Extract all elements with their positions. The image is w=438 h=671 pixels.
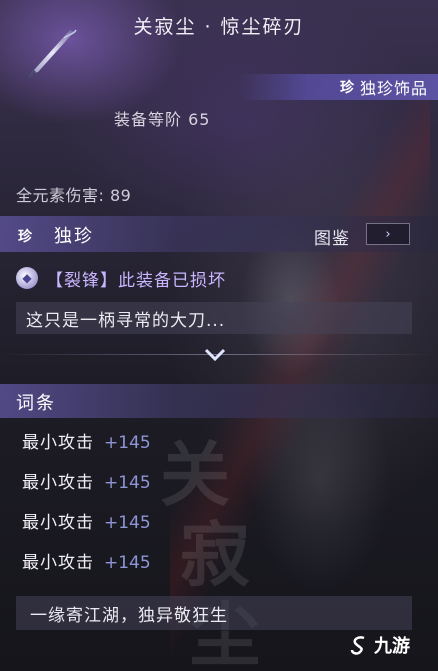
background-calligraphy: 关 bbox=[160, 433, 230, 516]
element-damage-stat: 全元素伤害: 89 bbox=[16, 186, 132, 205]
item-status-row: ◆ 【裂锋】此装备已损坏 bbox=[16, 264, 226, 292]
equipment-grade: 装备等阶 65 bbox=[114, 110, 211, 129]
stat-name: 最小攻击 bbox=[22, 513, 94, 533]
stat-row: 最小攻击 +145 bbox=[22, 508, 151, 534]
chevron-right-icon: › bbox=[385, 226, 391, 242]
item-tooltip-card: 关 寂 尘 关寂尘 · 惊尘碎刃 珍 独珍饰品 装备等阶 65 全元素伤害: 8… bbox=[0, 0, 438, 671]
item-title: 关寂尘 · 惊尘碎刃 bbox=[133, 16, 305, 38]
gem-icon: ◆ bbox=[16, 267, 38, 289]
stat-value: +145 bbox=[104, 433, 151, 453]
background-calligraphy: 寂 bbox=[180, 513, 250, 596]
site-watermark: 九游 bbox=[348, 630, 410, 660]
stat-row: 最小攻击 +145 bbox=[22, 468, 151, 494]
atlas-button[interactable]: › bbox=[366, 223, 410, 245]
affix-section-header: 词条 bbox=[0, 384, 438, 418]
rarity-section-header: 珍 独珍 图鉴 › bbox=[0, 216, 438, 252]
rarity-badge: 珍 bbox=[18, 229, 32, 245]
stat-value: +145 bbox=[104, 513, 151, 533]
stat-name: 最小攻击 bbox=[22, 473, 94, 493]
flavor-quote-box: 一缘寄江湖，独异敬狂生 bbox=[16, 596, 412, 630]
affix-section-title: 词条 bbox=[16, 393, 56, 414]
stat-name: 最小攻击 bbox=[22, 433, 94, 453]
atlas-label: 图鉴 bbox=[314, 229, 350, 249]
stat-row: 最小攻击 +145 bbox=[22, 428, 151, 454]
rarity-badge: 珍 bbox=[339, 80, 354, 96]
chevron-down-icon[interactable] bbox=[201, 344, 229, 366]
jiuyou-logo-icon bbox=[350, 636, 365, 655]
watermark-text: 九游 bbox=[374, 636, 410, 657]
rarity-section-title: 独珍 bbox=[54, 226, 94, 247]
rarity-tag: 珍 独珍饰品 bbox=[238, 74, 438, 100]
item-description: 这只是一柄寻常的大刀... bbox=[26, 310, 226, 331]
item-status-text: 【裂锋】此装备已损坏 bbox=[46, 270, 226, 291]
stat-name: 最小攻击 bbox=[22, 553, 94, 573]
flavor-quote: 一缘寄江湖，独异敬狂生 bbox=[30, 605, 228, 626]
stat-row: 最小攻击 +145 bbox=[22, 548, 151, 574]
rarity-label: 独珍饰品 bbox=[359, 79, 428, 98]
stat-value: +145 bbox=[104, 553, 151, 573]
stat-value: +145 bbox=[104, 473, 151, 493]
item-description-box: 这只是一柄寻常的大刀... bbox=[16, 302, 412, 334]
